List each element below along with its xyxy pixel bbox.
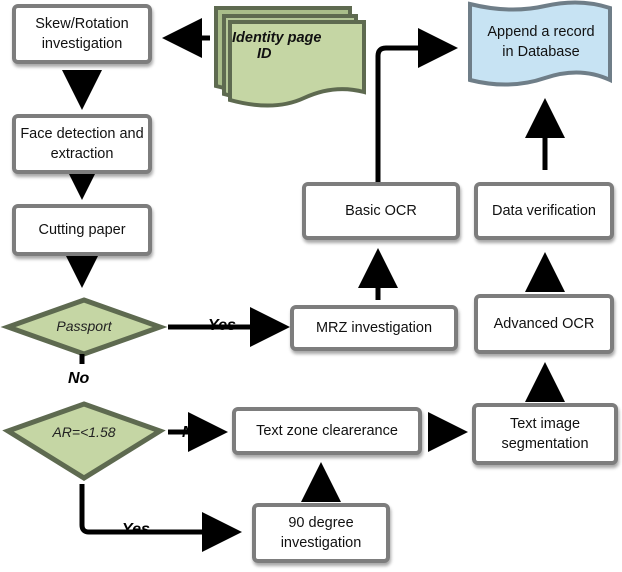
ar-label: AR=<1.58	[52, 424, 116, 440]
passport-no-label: No	[68, 370, 90, 387]
arrow-ar-yes	[79, 484, 242, 552]
advanced-ocr-box: Advanced OCR	[474, 294, 614, 354]
face-detection-box: Face detection and extraction	[12, 114, 152, 174]
basic-ocr-box: Basic OCR	[302, 182, 460, 240]
identity-label: Identity page ID	[232, 30, 322, 62]
text-segmentation-box: Text image segmentation	[472, 403, 618, 465]
ar-yes-label: Yes	[122, 521, 150, 538]
text-zone-box: Text zone clearerance	[232, 407, 422, 455]
ar-no-label: No	[182, 424, 204, 441]
skew-rotation-box: Skew/Rotation investigation	[12, 4, 152, 64]
cutting-paper-box: Cutting paper	[12, 204, 152, 256]
passport-label: Passport	[56, 318, 112, 334]
ar-decision	[2, 401, 166, 481]
ninety-degree-box: 90 degree investigation	[252, 503, 390, 563]
mrz-investigation-box: MRZ investigation	[290, 305, 458, 351]
diagram-canvas	[0, 0, 612, 552]
data-verification-box: Data verification	[474, 182, 614, 240]
arrow-basic-to-database	[375, 28, 458, 190]
append-record-label: Append a record in Database	[487, 24, 595, 60]
passport-yes-label: Yes	[208, 317, 236, 334]
